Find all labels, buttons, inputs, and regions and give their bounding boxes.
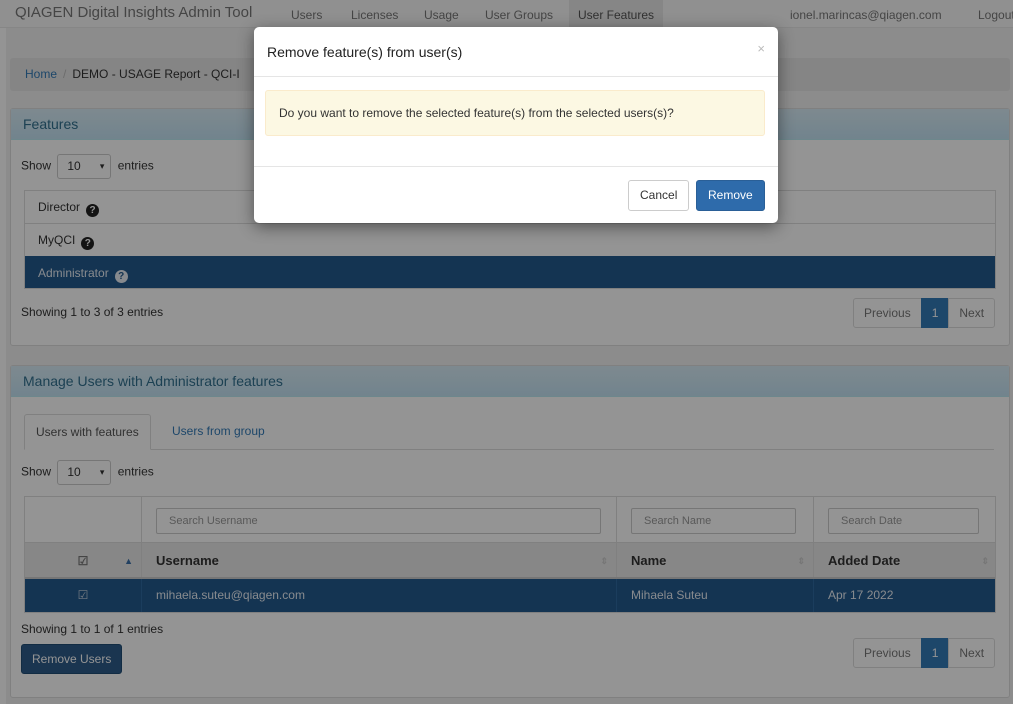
cancel-button[interactable]: Cancel (628, 180, 690, 211)
dialog-header-divider (254, 76, 778, 77)
confirmation-message: Do you want to remove the selected featu… (265, 90, 765, 136)
remove-button[interactable]: Remove (696, 180, 765, 211)
dialog-title: Remove feature(s) from user(s) (267, 44, 463, 60)
dialog-footer-divider (254, 166, 778, 167)
close-icon[interactable]: × (757, 41, 765, 56)
remove-features-dialog: Remove feature(s) from user(s) × Do you … (254, 27, 778, 223)
